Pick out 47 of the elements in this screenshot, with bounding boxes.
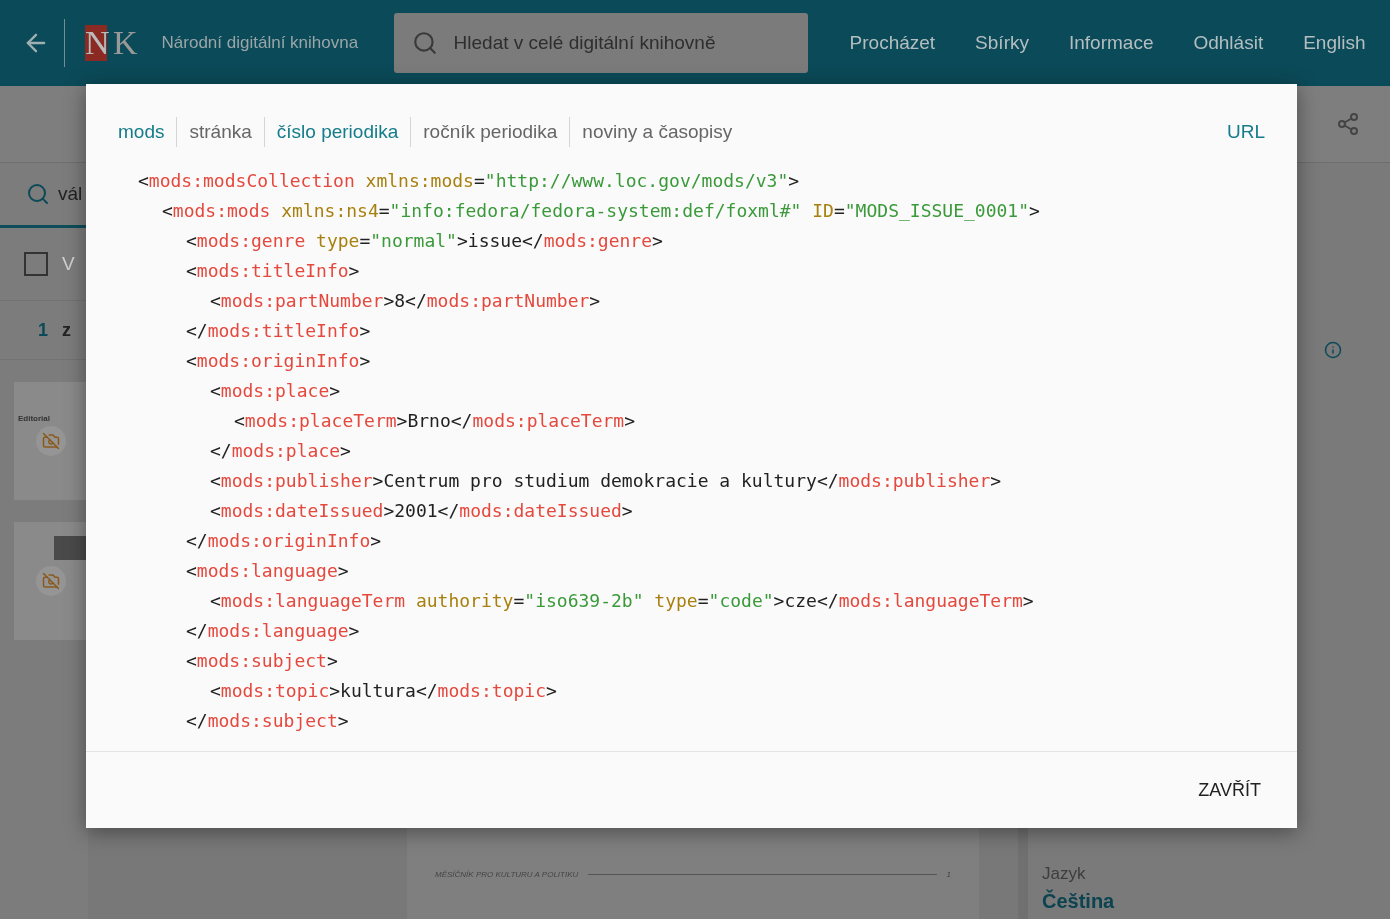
- camera-off-icon: [36, 426, 66, 456]
- share-icon[interactable]: [1336, 112, 1360, 136]
- page-thumbnail[interactable]: [14, 522, 88, 640]
- metadata-tab[interactable]: noviny a časopisy: [569, 117, 745, 147]
- metadata-tab[interactable]: stránka: [176, 117, 264, 147]
- code-line: <mods:dateIssued>2001</mods:dateIssued>: [209, 499, 634, 523]
- code-line: </mods:originInfo>: [185, 529, 383, 553]
- nav-link[interactable]: Procházet: [849, 32, 936, 54]
- camera-off-icon: [36, 566, 66, 596]
- nav-link[interactable]: Informace: [1068, 32, 1154, 54]
- search-query[interactable]: vál: [58, 183, 83, 205]
- code-line: <mods:genre type="normal">issue</mods:genre>: [185, 229, 664, 253]
- nav-link[interactable]: Odhlásit: [1193, 32, 1264, 54]
- code-line: <mods:originInfo>: [185, 349, 372, 373]
- code-line: <mods:mods xmlns:ns4="info:fedora/fedora-system:def/foxml#" ID="MODS_ISSUE_0001">: [161, 199, 1041, 223]
- code-line: </mods:language>: [185, 619, 361, 643]
- code-line: <mods:partNumber>8</mods:partNumber>: [209, 289, 602, 313]
- photo-placeholder: [54, 536, 88, 560]
- code-line: <mods:topic>kultura</mods:topic>: [209, 679, 558, 703]
- code-line: <mods:language>: [185, 559, 350, 583]
- metadata-tab[interactable]: ročník periodika: [410, 117, 570, 147]
- code-line: <mods:titleInfo>: [185, 259, 361, 283]
- code-line: <mods:place>: [209, 379, 342, 403]
- field-label: Jazyk: [1042, 864, 1087, 884]
- page-thumbnail[interactable]: Editorial: [14, 382, 88, 500]
- thumbnail-heading: Editorial: [18, 414, 50, 423]
- code-line: <mods:publisher>Centrum pro studium demokracie a kultury</mods:publisher>: [209, 469, 1003, 493]
- code-line: </mods:subject>: [185, 709, 350, 733]
- search-field[interactable]: Hledat v celé digitální knihovně: [393, 13, 808, 73]
- info-icon[interactable]: [1324, 341, 1342, 359]
- code-line: <mods:placeTerm>Brno</mods:placeTerm>: [233, 409, 636, 433]
- code-line: </mods:place>: [209, 439, 352, 463]
- metadata-tab[interactable]: číslo periodika: [263, 117, 411, 147]
- checkbox[interactable]: [24, 252, 48, 276]
- page-of-label: z: [62, 319, 71, 341]
- nav-link[interactable]: English: [1303, 32, 1366, 54]
- code-line: </mods:titleInfo>: [185, 319, 372, 343]
- site-title: Národní digitální knihovna: [161, 33, 360, 53]
- nav-link[interactable]: Sbírky: [975, 32, 1029, 54]
- code-line: <mods:modsCollection xmlns:mods="http://www.loc.gov/mods/v3">: [138, 169, 801, 193]
- metadata-tab[interactable]: mods: [118, 117, 177, 147]
- code-line: <mods:subject>: [185, 649, 339, 673]
- close-button[interactable]: ZAVŘÍT: [1190, 771, 1269, 809]
- code-line: <mods:languageTerm authority="iso639-2b" type="code">cze</mods:languageTerm>: [209, 589, 1035, 613]
- search-icon[interactable]: [26, 182, 50, 206]
- select-all-label: V: [62, 253, 75, 275]
- url-link[interactable]: URL: [1227, 121, 1265, 143]
